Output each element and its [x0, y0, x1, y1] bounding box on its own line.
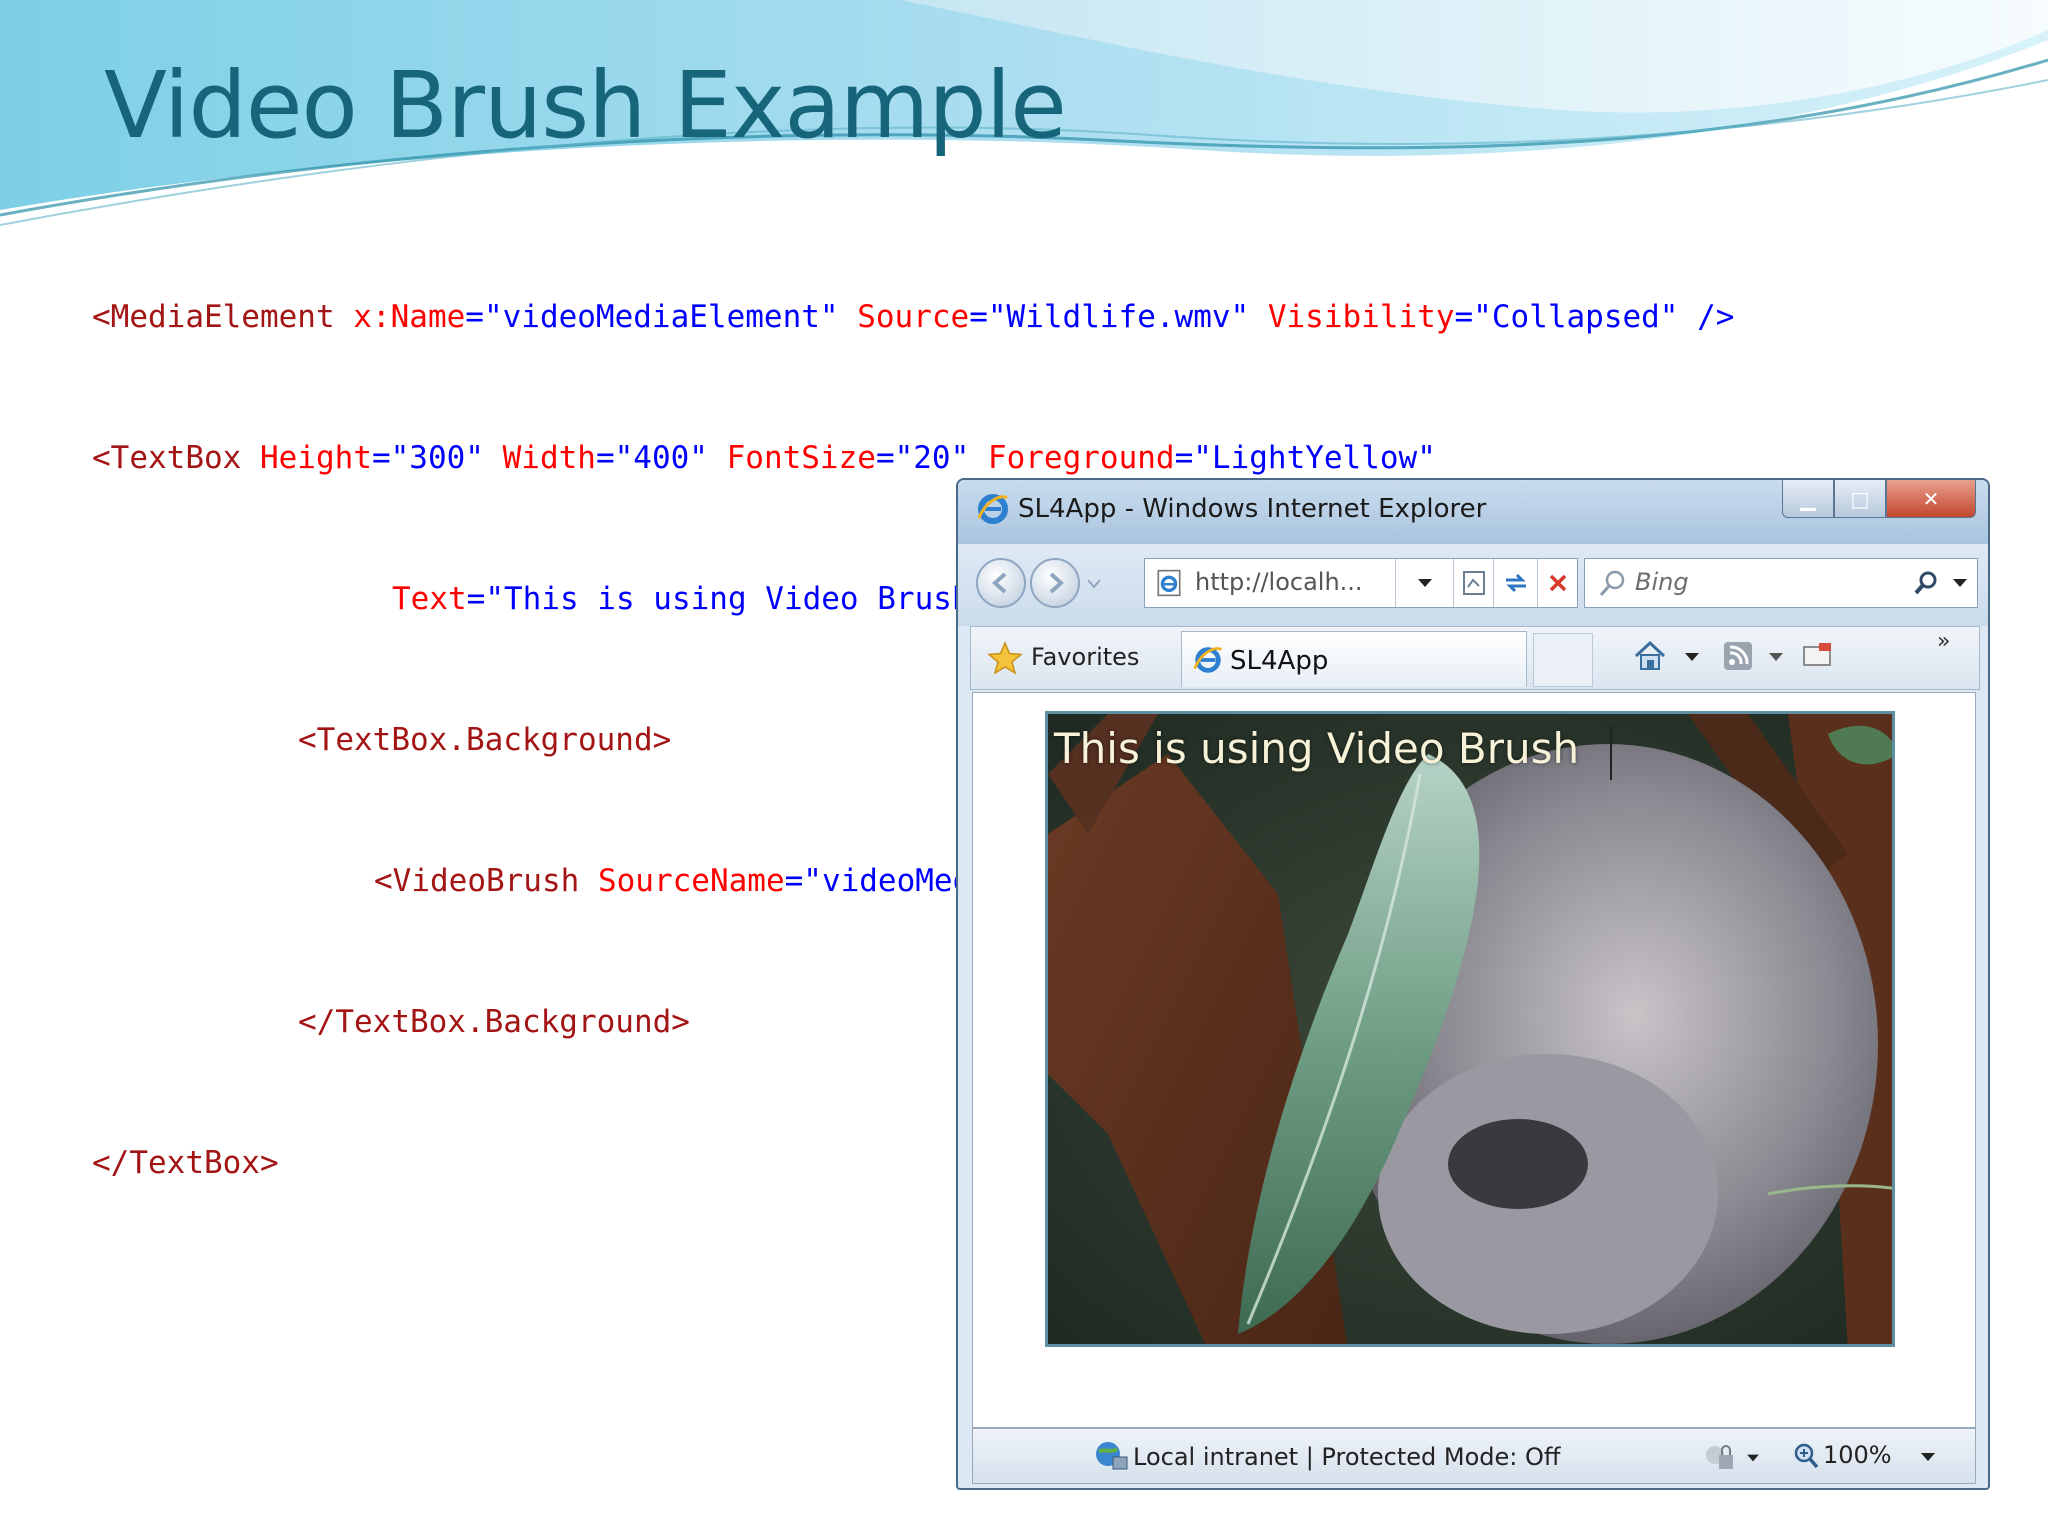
maximize-icon: □ — [1850, 486, 1870, 511]
video-brush-textbox[interactable]: This is using Video Brush — [1045, 711, 1895, 1347]
minimize-icon: ▁ — [1800, 486, 1816, 511]
security-dropdown-icon[interactable] — [1745, 1453, 1761, 1463]
ie-logo-icon — [977, 494, 1008, 524]
zoom-icon[interactable] — [1791, 1441, 1821, 1471]
address-bar[interactable]: http://localh... — [1144, 558, 1578, 608]
forward-arrow-icon — [1049, 572, 1064, 594]
forward-button[interactable] — [1030, 558, 1080, 608]
favorites-button[interactable]: Favorites — [1031, 643, 1139, 671]
zoom-level[interactable]: 100% — [1823, 1441, 1892, 1469]
tab-label: SL4App — [1230, 646, 1329, 676]
search-button-icon[interactable] — [1911, 569, 1941, 599]
new-tab-button[interactable] — [1533, 633, 1593, 687]
feeds-dropdown-icon[interactable] — [1767, 651, 1785, 663]
koala-video-frame — [1048, 714, 1892, 1344]
more-tools-chevron-icon[interactable]: » — [1937, 629, 1950, 654]
browser-navigation-bar: http://localh... Bing — [958, 544, 1988, 626]
code-line-1: <MediaElement x:Name="videoMediaElement"… — [92, 299, 1735, 335]
search-magnifier-icon — [1599, 570, 1625, 596]
status-bar: Local intranet | Protected Mode: Off 100… — [972, 1428, 1976, 1484]
home-icon[interactable] — [1631, 637, 1669, 675]
compatibility-view-button[interactable] — [1453, 559, 1494, 607]
feeds-icon[interactable] — [1721, 639, 1755, 673]
refresh-icon — [1506, 573, 1526, 593]
back-arrow-icon — [992, 572, 1007, 594]
browser-title: SL4App - Windows Internet Explorer — [1018, 494, 1487, 524]
address-dropdown-icon — [1418, 579, 1432, 587]
page-content: This is using Video Brush — [972, 692, 1976, 1428]
address-divider — [1395, 559, 1396, 607]
maximize-button[interactable]: □ — [1834, 480, 1886, 518]
search-options-dropdown-icon[interactable] — [1951, 577, 1969, 589]
stop-button[interactable] — [1537, 559, 1578, 607]
tab-sl4app[interactable]: SL4App — [1181, 631, 1527, 687]
home-dropdown-icon[interactable] — [1683, 651, 1701, 663]
window-controls: ▁ □ ✕ — [1782, 480, 1976, 518]
read-mail-icon[interactable] — [1801, 641, 1835, 671]
close-button[interactable]: ✕ — [1886, 480, 1976, 518]
code-line-2: <TextBox Height="300" Width="400" FontSi… — [92, 440, 1436, 476]
textbox-text: This is using Video Brush — [1054, 724, 1580, 773]
refresh-button[interactable] — [1493, 559, 1538, 607]
status-zone-text: Local intranet | Protected Mode: Off — [1133, 1443, 1561, 1471]
zoom-dropdown-icon[interactable] — [1919, 1451, 1937, 1463]
history-dropdown-icon[interactable] — [1086, 578, 1102, 590]
local-intranet-icon — [1096, 1442, 1128, 1470]
address-dropdown-button[interactable] — [1397, 559, 1453, 607]
page-ie-icon — [1157, 569, 1181, 597]
tab-ie-icon — [1193, 647, 1223, 673]
compatibility-view-icon — [1463, 571, 1485, 595]
security-lock-icon[interactable] — [1703, 1441, 1737, 1473]
favorites-bar: Favorites SL4App » — [970, 626, 1980, 690]
search-placeholder[interactable]: Bing — [1635, 568, 1689, 596]
browser-window: SL4App - Windows Internet Explorer ▁ □ ✕… — [956, 478, 1990, 1490]
minimize-button[interactable]: ▁ — [1782, 480, 1834, 518]
address-text[interactable]: http://localh... — [1195, 568, 1363, 596]
slide-title: Video Brush Example — [104, 52, 1067, 159]
close-icon: ✕ — [1922, 486, 1940, 511]
text-caret — [1610, 726, 1612, 780]
browser-title-bar: SL4App - Windows Internet Explorer ▁ □ ✕ — [958, 480, 1988, 544]
search-box[interactable]: Bing — [1584, 558, 1978, 608]
back-button[interactable] — [976, 558, 1026, 608]
favorites-star-icon — [987, 641, 1023, 675]
stop-icon — [1549, 574, 1567, 592]
